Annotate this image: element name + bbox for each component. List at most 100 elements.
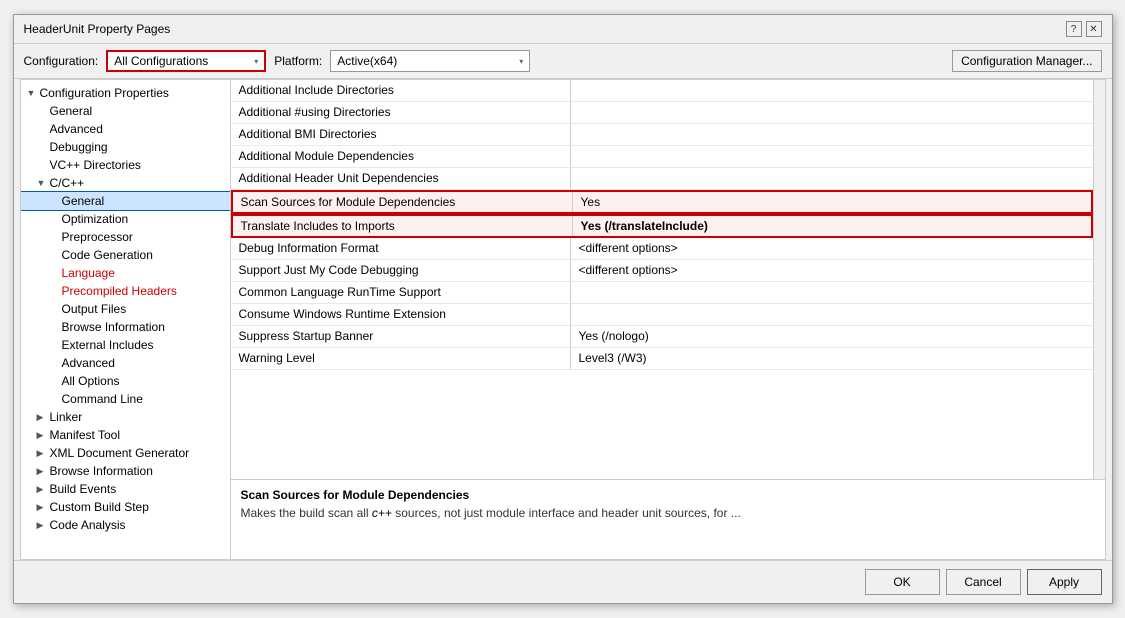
apply-button[interactable]: Apply bbox=[1027, 569, 1102, 595]
tree-expand-cpp: ▼ bbox=[37, 178, 47, 188]
tree-item-browse-info[interactable]: Browse Information bbox=[21, 318, 230, 336]
tree-item-advanced2[interactable]: Advanced bbox=[21, 354, 230, 372]
tree-item-xml-doc-gen[interactable]: ▶XML Document Generator bbox=[21, 444, 230, 462]
code-keyword: c++ bbox=[372, 506, 392, 520]
prop-name-suppress-banner: Suppress Startup Banner bbox=[231, 326, 571, 347]
tree-label-browse-info2: Browse Information bbox=[50, 464, 153, 478]
tree-label-cmd-line: Command Line bbox=[62, 392, 143, 406]
platform-dropdown-arrow: ▾ bbox=[519, 57, 523, 66]
tree-item-ext-includes[interactable]: External Includes bbox=[21, 336, 230, 354]
prop-row-add-mod-deps[interactable]: Additional Module Dependencies bbox=[231, 146, 1093, 168]
prop-row-suppress-banner[interactable]: Suppress Startup BannerYes (/nologo) bbox=[231, 326, 1093, 348]
prop-value-clr-support bbox=[571, 282, 1093, 303]
close-button[interactable]: ✕ bbox=[1086, 21, 1102, 37]
config-dropdown-arrow: ▾ bbox=[254, 57, 258, 66]
tree-label-preprocessor: Preprocessor bbox=[62, 230, 133, 244]
tree-item-config-props[interactable]: ▼Configuration Properties bbox=[21, 84, 230, 102]
platform-label: Platform: bbox=[274, 54, 322, 68]
description-panel: Scan Sources for Module Dependencies Mak… bbox=[231, 479, 1105, 559]
tree-label-code-analysis: Code Analysis bbox=[50, 518, 126, 532]
tree-expand-manifest-tool: ▶ bbox=[37, 430, 47, 441]
tree-item-output-files[interactable]: Output Files bbox=[21, 300, 230, 318]
prop-row-warn-level[interactable]: Warning LevelLevel3 (/W3) bbox=[231, 348, 1093, 370]
tree-item-optimization[interactable]: Optimization bbox=[21, 210, 230, 228]
tree-item-language[interactable]: Language bbox=[21, 264, 230, 282]
tree-expand-build-events: ▶ bbox=[37, 484, 47, 495]
tree-label-general: General bbox=[50, 104, 93, 118]
tree-item-cpp-general[interactable]: General bbox=[21, 192, 230, 210]
prop-row-add-bmi-dirs[interactable]: Additional BMI Directories bbox=[231, 124, 1093, 146]
tree-label-all-options: All Options bbox=[62, 374, 120, 388]
prop-row-just-my-code[interactable]: Support Just My Code Debugging<different… bbox=[231, 260, 1093, 282]
title-bar-controls: ? ✕ bbox=[1066, 21, 1102, 37]
tree-expand-linker: ▶ bbox=[37, 412, 47, 423]
tree-item-build-events[interactable]: ▶Build Events bbox=[21, 480, 230, 498]
tree-item-code-gen[interactable]: Code Generation bbox=[21, 246, 230, 264]
prop-value-add-bmi-dirs bbox=[571, 124, 1093, 145]
props-with-scroll: Additional Include DirectoriesAdditional… bbox=[231, 80, 1105, 479]
title-bar: HeaderUnit Property Pages ? ✕ bbox=[14, 15, 1112, 44]
prop-row-win-ext[interactable]: Consume Windows Runtime Extension bbox=[231, 304, 1093, 326]
prop-value-just-my-code: <different options> bbox=[571, 260, 1093, 281]
tree-item-preprocessor[interactable]: Preprocessor bbox=[21, 228, 230, 246]
tree-label-advanced: Advanced bbox=[50, 122, 103, 136]
tree-item-general[interactable]: General bbox=[21, 102, 230, 120]
prop-value-add-hdr-deps bbox=[571, 168, 1093, 189]
description-text: Makes the build scan all c++ sources, no… bbox=[241, 506, 1095, 520]
description-title: Scan Sources for Module Dependencies bbox=[241, 488, 1095, 502]
vertical-scrollbar[interactable] bbox=[1093, 80, 1105, 479]
tree-label-custom-build: Custom Build Step bbox=[50, 500, 149, 514]
help-button[interactable]: ? bbox=[1066, 21, 1082, 37]
tree-item-linker[interactable]: ▶Linker bbox=[21, 408, 230, 426]
tree-label-ext-includes: External Includes bbox=[62, 338, 154, 352]
tree-item-precomp-hdrs[interactable]: Precompiled Headers bbox=[21, 282, 230, 300]
tree-item-manifest-tool[interactable]: ▶Manifest Tool bbox=[21, 426, 230, 444]
tree-item-debugging[interactable]: Debugging bbox=[21, 138, 230, 156]
prop-name-add-bmi-dirs: Additional BMI Directories bbox=[231, 124, 571, 145]
tree-label-xml-doc-gen: XML Document Generator bbox=[50, 446, 190, 460]
tree-item-all-options[interactable]: All Options bbox=[21, 372, 230, 390]
platform-dropdown[interactable]: Active(x64) ▾ bbox=[330, 50, 530, 72]
tree-item-browse-info2[interactable]: ▶Browse Information bbox=[21, 462, 230, 480]
config-manager-button[interactable]: Configuration Manager... bbox=[952, 50, 1101, 72]
tree-item-cpp[interactable]: ▼C/C++ bbox=[21, 174, 230, 192]
tree-item-custom-build[interactable]: ▶Custom Build Step bbox=[21, 498, 230, 516]
tree-item-code-analysis[interactable]: ▶Code Analysis bbox=[21, 516, 230, 534]
prop-name-clr-support: Common Language RunTime Support bbox=[231, 282, 571, 303]
tree-item-advanced[interactable]: Advanced bbox=[21, 120, 230, 138]
prop-name-debug-info: Debug Information Format bbox=[231, 238, 571, 259]
ok-button[interactable]: OK bbox=[865, 569, 940, 595]
prop-value-add-mod-deps bbox=[571, 146, 1093, 167]
tree-panel: ▼Configuration Properties General Advanced… bbox=[21, 80, 231, 559]
prop-row-add-using-dirs[interactable]: Additional #using Directories bbox=[231, 102, 1093, 124]
config-label: Configuration: bbox=[24, 54, 99, 68]
prop-value-translate-inc: Yes (/translateInclude) bbox=[573, 216, 1091, 236]
tree-expand-xml-doc-gen: ▶ bbox=[37, 448, 47, 459]
prop-name-just-my-code: Support Just My Code Debugging bbox=[231, 260, 571, 281]
tree-label-cpp-general: General bbox=[62, 194, 105, 208]
prop-row-debug-info[interactable]: Debug Information Format<different optio… bbox=[231, 238, 1093, 260]
prop-row-add-inc-dirs[interactable]: Additional Include Directories bbox=[231, 80, 1093, 102]
prop-row-add-hdr-deps[interactable]: Additional Header Unit Dependencies bbox=[231, 168, 1093, 190]
tree-item-vcpp-dirs[interactable]: VC++ Directories bbox=[21, 156, 230, 174]
prop-row-translate-inc[interactable]: Translate Includes to ImportsYes (/trans… bbox=[231, 214, 1093, 238]
prop-name-translate-inc: Translate Includes to Imports bbox=[233, 216, 573, 236]
cancel-button[interactable]: Cancel bbox=[946, 569, 1021, 595]
tree-item-cmd-line[interactable]: Command Line bbox=[21, 390, 230, 408]
tree-expand-custom-build: ▶ bbox=[37, 502, 47, 513]
platform-value: Active(x64) bbox=[337, 54, 397, 68]
tree-label-optimization: Optimization bbox=[62, 212, 129, 226]
prop-value-add-using-dirs bbox=[571, 102, 1093, 123]
prop-value-debug-info: <different options> bbox=[571, 238, 1093, 259]
prop-row-scan-sources[interactable]: Scan Sources for Module DependenciesYes bbox=[231, 190, 1093, 214]
config-value: All Configurations bbox=[114, 54, 208, 68]
tree-label-linker: Linker bbox=[50, 410, 83, 424]
prop-value-suppress-banner: Yes (/nologo) bbox=[571, 326, 1093, 347]
props-panel: Additional Include DirectoriesAdditional… bbox=[231, 80, 1105, 559]
prop-value-win-ext bbox=[571, 304, 1093, 325]
tree-expand-browse-info2: ▶ bbox=[37, 466, 47, 477]
prop-value-add-inc-dirs bbox=[571, 80, 1093, 101]
config-dropdown[interactable]: All Configurations ▾ bbox=[106, 50, 266, 72]
prop-row-clr-support[interactable]: Common Language RunTime Support bbox=[231, 282, 1093, 304]
property-pages-dialog: HeaderUnit Property Pages ? ✕ Configurat… bbox=[13, 14, 1113, 604]
